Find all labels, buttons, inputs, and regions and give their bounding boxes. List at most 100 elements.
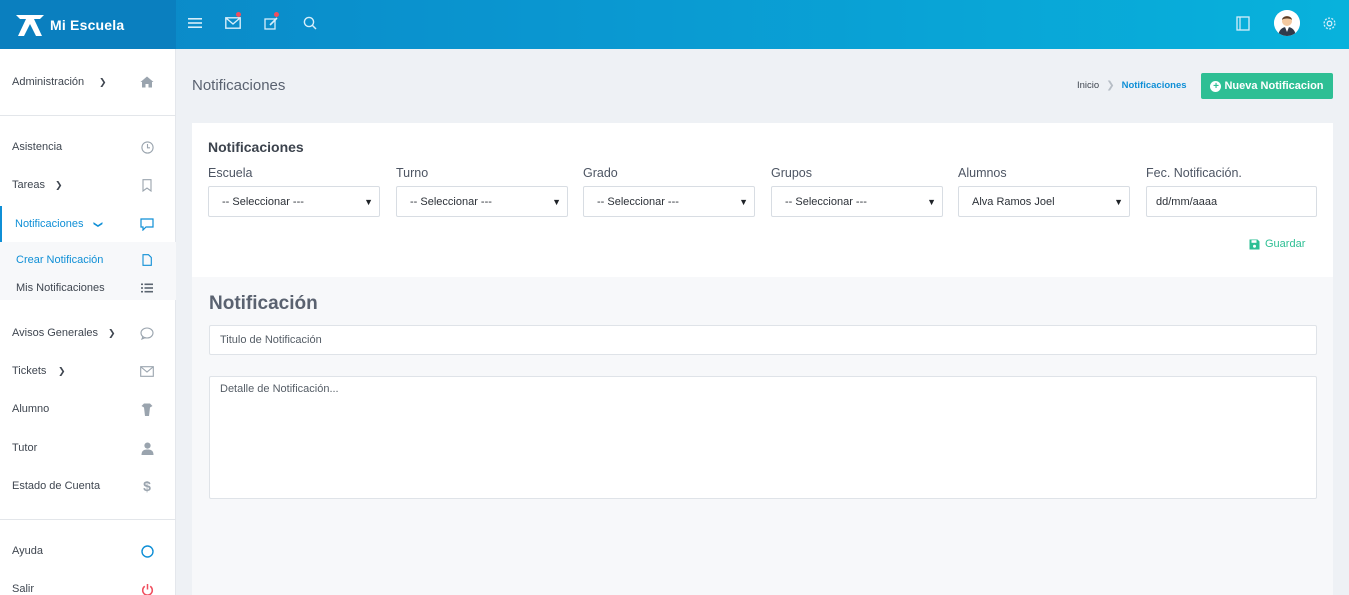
envelope-icon (139, 363, 155, 379)
save-label: Guardar (1265, 238, 1306, 250)
caret-down-icon: ▼ (927, 197, 936, 207)
filter-label: Fec. Notificación. (1146, 166, 1242, 180)
student-icon (139, 401, 155, 417)
fecha-notificacion-input[interactable]: dd/mm/aaaa (1146, 186, 1317, 217)
save-button[interactable]: Guardar (1249, 238, 1305, 250)
grado-select[interactable]: -- Seleccionar --- ▼ (583, 186, 755, 217)
brand[interactable]: Mi Escuela (0, 0, 176, 49)
clock-icon (139, 139, 155, 155)
sidebar-item-tickets[interactable]: Tickets ❯ (0, 356, 176, 386)
new-notification-button[interactable]: + Nueva Notificacion (1201, 73, 1333, 99)
submenu-item-mis-notificaciones[interactable]: Mis Notificaciones (0, 274, 176, 302)
fullscreen-icon[interactable] (1232, 12, 1254, 34)
sidebar-item-label: Tareas (12, 179, 46, 191)
filter-label: Alumnos (958, 166, 1007, 180)
dollar-icon: $ (143, 478, 151, 494)
filter-escuela: Escuela -- Seleccionar --- ▼ (208, 166, 380, 217)
grupos-select[interactable]: -- Seleccionar --- ▼ (771, 186, 943, 217)
avatar-image-icon (1274, 10, 1300, 36)
filter-grupos: Grupos -- Seleccionar --- ▼ (771, 166, 943, 217)
notification-title-input[interactable]: Titulo de Notificación (209, 325, 1317, 355)
sidebar-item-administracion[interactable]: Administración ❯ (0, 67, 176, 97)
submenu-item-crear-notificacion[interactable]: Crear Notificación (0, 246, 176, 274)
sidebar-item-label: Notificaciones (15, 218, 84, 230)
sidebar-item-label: Alumno (12, 403, 50, 415)
sidebar-item-estado-de-cuenta[interactable]: Estado de Cuenta $ (0, 471, 176, 501)
filter-turno: Turno -- Seleccionar --- ▼ (396, 166, 568, 217)
chevron-right-icon: ❯ (58, 365, 66, 376)
chevron-right-icon: ❯ (55, 179, 63, 190)
sidebar-item-label: Tutor (12, 442, 38, 454)
turno-select[interactable]: -- Seleccionar --- ▼ (396, 186, 568, 217)
search-icon[interactable] (299, 12, 321, 34)
sidebar-item-ayuda[interactable]: Ayuda (0, 536, 176, 566)
filter-grado: Grado -- Seleccionar --- ▼ (583, 166, 755, 217)
submenu-item-label: Crear Notificación (16, 254, 104, 266)
floppy-disk-icon (1249, 239, 1260, 249)
sidebar-item-label: Administración (12, 76, 85, 88)
sidebar-item-label: Ayuda (12, 545, 43, 557)
chevron-right-icon: ❯ (108, 327, 116, 338)
file-icon (139, 252, 155, 268)
menu-toggle-icon[interactable] (184, 12, 206, 34)
sidebar-divider (0, 519, 176, 520)
caret-down-icon: ▼ (739, 197, 748, 207)
caret-down-icon: ▼ (1114, 197, 1123, 207)
select-value: -- Seleccionar --- (785, 195, 867, 208)
notification-title: Notificación (209, 293, 318, 314)
caret-down-icon: ▼ (364, 197, 373, 207)
sidebar-item-alumno[interactable]: Alumno (0, 394, 176, 424)
new-notification-label: Nueva Notificacion (1224, 80, 1324, 92)
filter-label: Grupos (771, 166, 812, 180)
select-value: Alva Ramos Joel (972, 195, 1055, 208)
user-icon (139, 440, 155, 456)
school-logo-icon (16, 14, 44, 36)
sidebar-item-tutor[interactable]: Tutor (0, 433, 176, 463)
comment-icon (139, 216, 155, 232)
mail-icon[interactable] (222, 12, 244, 34)
sidebar: Administración ❯ Asistencia Tareas ❯ Not… (0, 49, 176, 595)
edit-icon[interactable] (260, 12, 282, 34)
filter-label: Turno (396, 166, 429, 180)
sidebar-item-label: Salir (12, 583, 35, 595)
user-avatar[interactable] (1274, 10, 1300, 36)
settings-gear-icon[interactable] (1318, 12, 1340, 34)
notification-detail-textarea[interactable]: Detalle de Notificación... (209, 376, 1317, 499)
select-value: -- Seleccionar --- (222, 195, 304, 208)
breadcrumb: Inicio ❯ Notificaciones (1077, 80, 1187, 91)
filter-label: Grado (583, 166, 618, 180)
submenu-item-label: Mis Notificaciones (16, 282, 105, 294)
select-value: -- Seleccionar --- (410, 195, 492, 208)
submenu-notificaciones: Crear Notificación Mis Notificaciones (0, 242, 176, 300)
sidebar-item-asistencia[interactable]: Asistencia (0, 132, 176, 162)
sidebar-item-salir[interactable]: Salir (0, 574, 176, 595)
sidebar-item-label: Asistencia (12, 141, 63, 153)
sidebar-item-notificaciones[interactable]: Notificaciones ❯ (0, 206, 176, 242)
breadcrumb-home-link[interactable]: Inicio (1077, 80, 1099, 91)
app-name: Mi Escuela (50, 16, 125, 33)
bookmark-icon (139, 177, 155, 193)
sidebar-item-avisos-generales[interactable]: Avisos Generales ❯ (0, 318, 176, 348)
sidebar-item-tareas[interactable]: Tareas ❯ (0, 170, 176, 200)
breadcrumb-current: Notificaciones (1121, 80, 1187, 91)
chat-bubble-icon (139, 325, 155, 341)
chevron-down-icon: ❯ (93, 220, 104, 228)
sidebar-divider (0, 115, 176, 116)
filters-title: Notificaciones (208, 139, 304, 155)
list-icon (139, 280, 155, 296)
chevron-right-icon: ❯ (99, 76, 107, 87)
escuela-select[interactable]: -- Seleccionar --- ▼ (208, 186, 380, 217)
caret-down-icon: ▼ (552, 197, 561, 207)
help-circle-icon (139, 543, 155, 559)
top-navbar: Mi Escuela (0, 0, 1349, 49)
filter-fecha: Fec. Notificación. dd/mm/aaaa (1146, 166, 1318, 217)
home-icon (139, 74, 155, 90)
select-value: -- Seleccionar --- (597, 195, 679, 208)
filters-card: Notificaciones Escuela -- Seleccionar --… (192, 123, 1333, 277)
chevron-right-icon: ❯ (1106, 80, 1115, 91)
power-icon (139, 581, 155, 595)
sidebar-item-label: Avisos Generales (12, 327, 99, 339)
plus-circle-icon: + (1210, 80, 1222, 92)
alumnos-select[interactable]: Alva Ramos Joel ▼ (958, 186, 1130, 217)
sidebar-item-label: Estado de Cuenta (12, 480, 101, 492)
